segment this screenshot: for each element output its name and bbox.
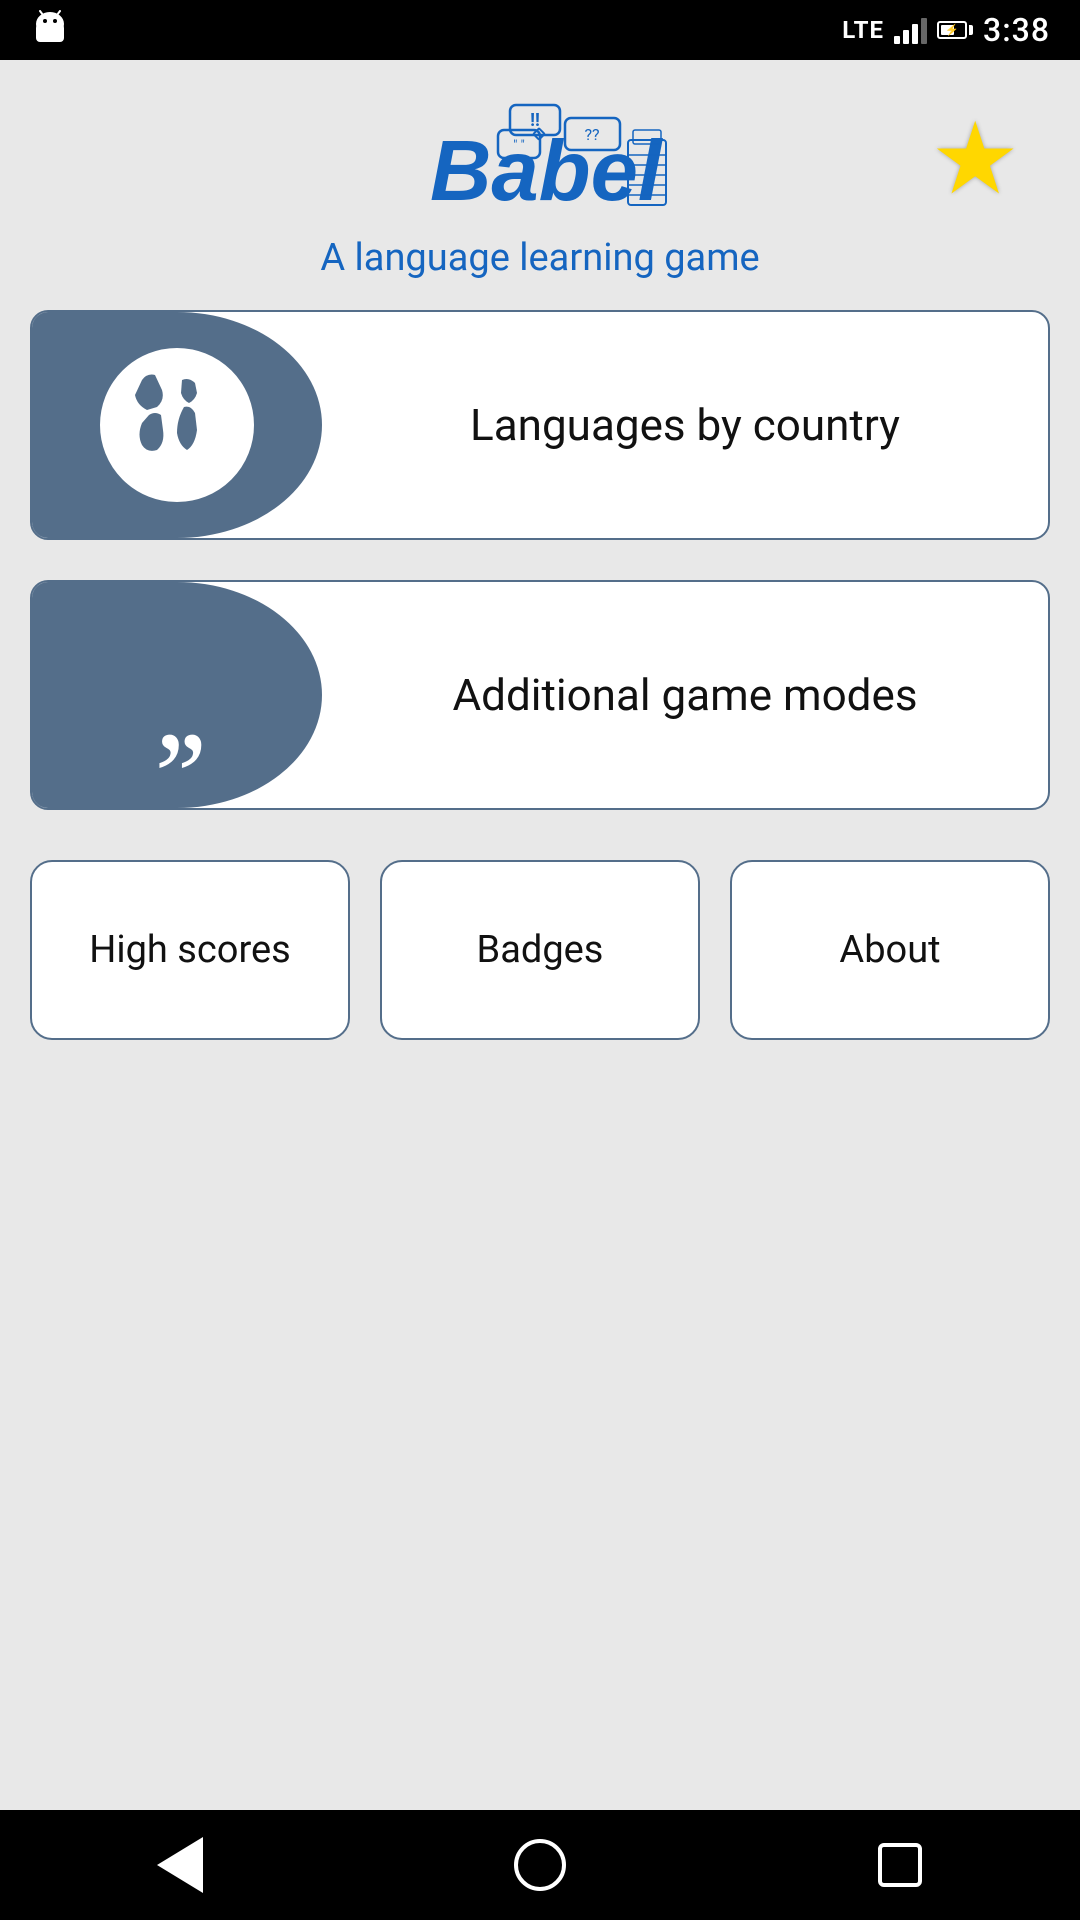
status-time: 3:38 <box>983 11 1050 49</box>
app-subtitle: A language learning game <box>320 236 759 280</box>
home-icon <box>514 1839 566 1891</box>
app-logo: !! ?? " " Babel <box>380 100 700 220</box>
recents-button[interactable] <box>860 1825 940 1905</box>
status-icons: LTE ⚡ 3:38 <box>842 11 1050 49</box>
lte-label: LTE <box>842 16 884 44</box>
android-icon-area <box>30 10 70 50</box>
about-button[interactable]: About <box>730 860 1050 1040</box>
status-bar: LTE ⚡ 3:38 <box>0 0 1080 60</box>
signal-icon <box>894 16 927 44</box>
battery-icon: ⚡ <box>937 21 973 39</box>
nav-bar <box>0 1810 1080 1920</box>
high-scores-button[interactable]: High scores <box>30 860 350 1040</box>
additional-game-modes-label: Additional game modes <box>322 582 1048 808</box>
badges-button[interactable]: Badges <box>380 860 700 1040</box>
globe-icon <box>87 335 267 515</box>
additional-game-modes-button[interactable]: ,, Additional game modes <box>30 580 1050 810</box>
home-button[interactable] <box>500 1825 580 1905</box>
recents-icon <box>878 1843 922 1887</box>
high-scores-label: High scores <box>89 928 291 972</box>
quote-icon-container: ,, <box>32 582 322 808</box>
logo-area: !! ?? " " Babel A language learning game <box>320 100 759 280</box>
star-icon[interactable]: ★ <box>930 110 1020 210</box>
small-buttons-row: High scores Badges About <box>30 860 1050 1040</box>
globe-icon-container <box>32 312 322 538</box>
languages-by-country-label: Languages by country <box>322 312 1048 538</box>
badges-label: Badges <box>477 928 604 972</box>
android-icon <box>30 10 70 50</box>
quote-icon: ,, <box>155 647 200 764</box>
main-content: !! ?? " " Babel A language learning game <box>0 60 1080 1810</box>
languages-by-country-button[interactable]: Languages by country <box>30 310 1050 540</box>
header: !! ?? " " Babel A language learning game <box>30 100 1050 280</box>
about-label: About <box>839 928 940 972</box>
back-icon <box>157 1837 203 1893</box>
back-button[interactable] <box>140 1825 220 1905</box>
